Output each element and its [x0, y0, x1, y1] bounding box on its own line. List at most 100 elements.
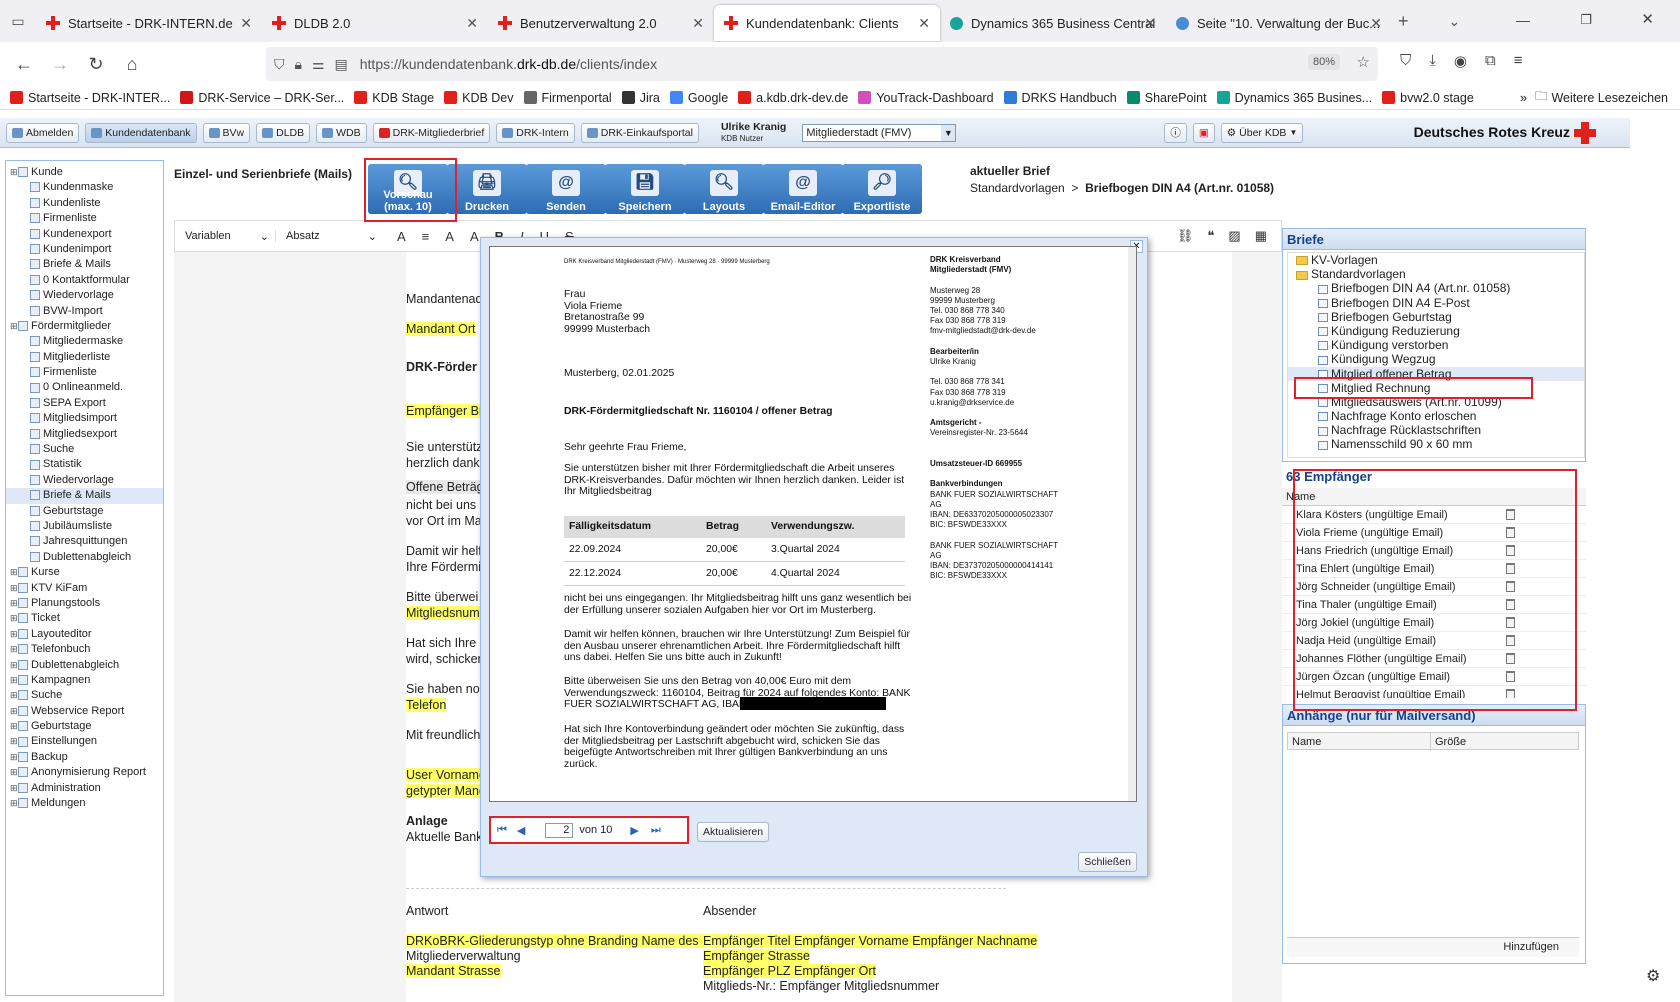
print-button[interactable]: 🖨︎ Drucken — [447, 164, 527, 214]
sidebar-item[interactable]: ⊞ Administration — [6, 781, 163, 796]
bookmark-item[interactable]: Firmenportal — [523, 91, 612, 105]
sidebar-item[interactable]: ⊞ Backup — [6, 750, 163, 765]
back-icon[interactable]: ← — [6, 54, 42, 75]
sidebar-item[interactable]: ⊞ Ticket — [6, 611, 163, 626]
recipient-row[interactable]: Hans Friedrich (ungültige Email) — [1282, 542, 1586, 560]
recipient-row[interactable]: Klara Kösters (ungültige Email) — [1282, 506, 1586, 524]
menu-icon[interactable]: ≡ — [1514, 52, 1523, 70]
recipient-row[interactable]: Nadja Heid (ungültige Email) — [1282, 632, 1586, 650]
toolbar-button-drk-intern[interactable]: DRK-Intern — [496, 122, 575, 143]
expand-icon[interactable]: ⊞ — [10, 750, 18, 765]
sidebar-item[interactable]: ⊞ Meldungen — [6, 796, 163, 811]
sidebar-item[interactable]: ⊞ Planungstools — [6, 596, 163, 611]
zoom-badge[interactable]: 80% — [1307, 54, 1340, 70]
image-icon[interactable]: ▨ — [1228, 228, 1240, 244]
expand-icon[interactable]: ⊞ — [10, 734, 18, 749]
last-page-icon[interactable]: ⏭ — [651, 824, 661, 837]
sidebar-item[interactable]: ⊞ Dublettenabgleich — [6, 658, 163, 673]
page-input[interactable]: 2 — [545, 822, 574, 838]
sidebar-item[interactable]: Wiedervorlage — [6, 288, 163, 303]
bookmark-item[interactable]: a.kdb.drk-dev.de — [738, 91, 848, 105]
pocket-icon[interactable]: ⛉ — [1400, 52, 1411, 70]
sidebar-item[interactable]: ⊞ Kampagnen — [6, 673, 163, 688]
expand-icon[interactable]: ⊞ — [10, 781, 18, 796]
bookmark-item[interactable]: DRK-Service – DRK-Ser... — [180, 91, 344, 105]
add-attachment-button[interactable]: Hinzufügen — [1503, 941, 1559, 953]
sidebar-item[interactable]: ⊞ Layouteditor — [6, 627, 163, 642]
template-tree-item[interactable]: Kündigung Reduzierung — [1288, 324, 1584, 338]
sidebar-item[interactable]: Mitgliedsimport — [6, 411, 163, 426]
expand-icon[interactable]: ⊞ — [10, 765, 18, 780]
reload-icon[interactable]: ↻ — [78, 54, 114, 75]
sidebar-item[interactable]: SEPA Export — [6, 396, 163, 411]
template-tree-item[interactable]: Mitgliedsausweis (Art.nr. 01099) — [1288, 395, 1584, 409]
bookmark-item[interactable]: Google — [669, 91, 728, 105]
recipient-row[interactable]: Helmut Bergqvist (ungültige Email) — [1282, 686, 1586, 698]
preview-button[interactable]: 🔍︎ Vorschau (max. 10) — [368, 164, 448, 214]
tab-list-icon[interactable]: ▭ — [0, 13, 36, 30]
expand-icon[interactable]: ⊞ — [10, 673, 18, 688]
expand-icon[interactable]: ⊞ — [10, 596, 18, 611]
refresh-button[interactable]: Aktualisieren — [697, 822, 770, 842]
close-button[interactable]: Schließen — [1078, 852, 1137, 872]
template-tree-item[interactable]: Mitglied Rechnung — [1288, 381, 1584, 395]
sidebar-item[interactable]: Kundenexport — [6, 227, 163, 242]
bookmark-item[interactable]: KDB Stage — [354, 91, 434, 105]
sidebar-item[interactable]: ⊞ KTV KiFam — [6, 581, 163, 596]
star-icon[interactable]: ☆ — [1357, 53, 1370, 71]
trash-icon[interactable] — [1506, 635, 1515, 646]
browser-tab[interactable]: Benutzerverwaltung 2.0 ✕ — [488, 5, 714, 41]
expand-icon[interactable]: ⊞ — [10, 658, 18, 673]
bookmark-item[interactable]: KDB Dev — [444, 91, 514, 105]
browser-tab[interactable]: Dynamics 365 Business Central ✕ — [940, 5, 1166, 41]
sidebar-item[interactable]: Kundenimport — [6, 242, 163, 257]
sidebar-item[interactable]: ⊞ Suche — [6, 688, 163, 703]
about-button[interactable]: ⚙ Über KDB ▼ — [1220, 122, 1304, 143]
browser-tab[interactable]: Kundendatenbank: Clients ✕ — [714, 5, 940, 41]
trash-icon[interactable] — [1506, 527, 1515, 538]
font-size-icon[interactable]: A — [397, 229, 406, 244]
sidebar-item[interactable]: Firmenliste — [6, 211, 163, 226]
recipient-row[interactable]: Jürgen Özcan (ungültige Email) — [1282, 668, 1586, 686]
template-tree-item[interactable]: Kündigung Wegzug — [1288, 352, 1584, 366]
trash-icon[interactable] — [1506, 563, 1515, 574]
trash-icon[interactable] — [1506, 653, 1515, 664]
close-window-icon[interactable]: ✕ — [1641, 10, 1654, 28]
sidebar-item[interactable]: ⊞ Kurse — [6, 565, 163, 580]
link-icon[interactable]: ⛓ — [1177, 228, 1194, 244]
template-tree-item[interactable]: Kündigung verstorben — [1288, 338, 1584, 352]
notifications-button[interactable]: ▣ — [1192, 122, 1215, 143]
first-page-icon[interactable]: ⏮ — [497, 824, 507, 837]
font-color-icon[interactable]: A — [445, 229, 454, 244]
trash-icon[interactable] — [1506, 509, 1515, 520]
sidebar-item[interactable]: 0 Kontaktformular — [6, 273, 163, 288]
toolbar-button-drk-mitgliederbrief[interactable]: DRK-Mitgliederbrief — [372, 122, 491, 143]
toolbar-button-abmelden[interactable]: Abmelden — [6, 122, 80, 143]
sidebar-item[interactable]: Dublettenabgleich — [6, 550, 163, 565]
sidebar-item[interactable]: ⊞ Anonymisierung Report — [6, 765, 163, 780]
bookmark-item[interactable]: Jira — [621, 91, 660, 105]
expand-icon[interactable]: ⊞ — [10, 704, 18, 719]
trash-icon[interactable] — [1506, 689, 1515, 698]
sidebar-item[interactable]: ⊞ Webservice Report — [6, 704, 163, 719]
more-bookmarks[interactable]: Weitere Lesezeichen — [1551, 91, 1668, 105]
trash-icon[interactable] — [1506, 671, 1515, 682]
template-tree-item[interactable]: KV-Vorlagen — [1288, 253, 1584, 267]
org-select[interactable]: Mitgliederstadt (FMV) ▼ — [802, 123, 957, 142]
forward-icon[interactable]: → — [42, 54, 78, 75]
recipient-row[interactable]: Jörg Jokiel (ungültige Email) — [1282, 614, 1586, 632]
new-tab-icon[interactable]: + — [1398, 11, 1409, 32]
table-icon[interactable]: ▦ — [1255, 228, 1267, 244]
tab-close-icon[interactable]: ✕ — [1144, 15, 1156, 32]
toolbar-button-wdb[interactable]: WDB — [316, 122, 367, 143]
sidebar-item[interactable]: Suche — [6, 442, 163, 457]
bookmark-item[interactable]: bvw2.0 stage — [1382, 91, 1474, 105]
template-tree-item[interactable]: Namensschild 90 x 60 mm — [1288, 437, 1584, 451]
extensions-icon[interactable]: ⧉ — [1485, 52, 1496, 70]
tab-close-icon[interactable]: ✕ — [466, 15, 478, 32]
sidebar-item[interactable]: Briefe & Mails — [6, 257, 163, 272]
restore-icon[interactable]: ❐ — [1580, 12, 1592, 28]
template-tree-item[interactable]: Nachfrage Konto erloschen — [1288, 409, 1584, 423]
browser-tab[interactable]: Startseite - DRK-INTERN.de ✕ — [36, 5, 262, 41]
preview-scrollbar[interactable] — [1128, 247, 1136, 801]
